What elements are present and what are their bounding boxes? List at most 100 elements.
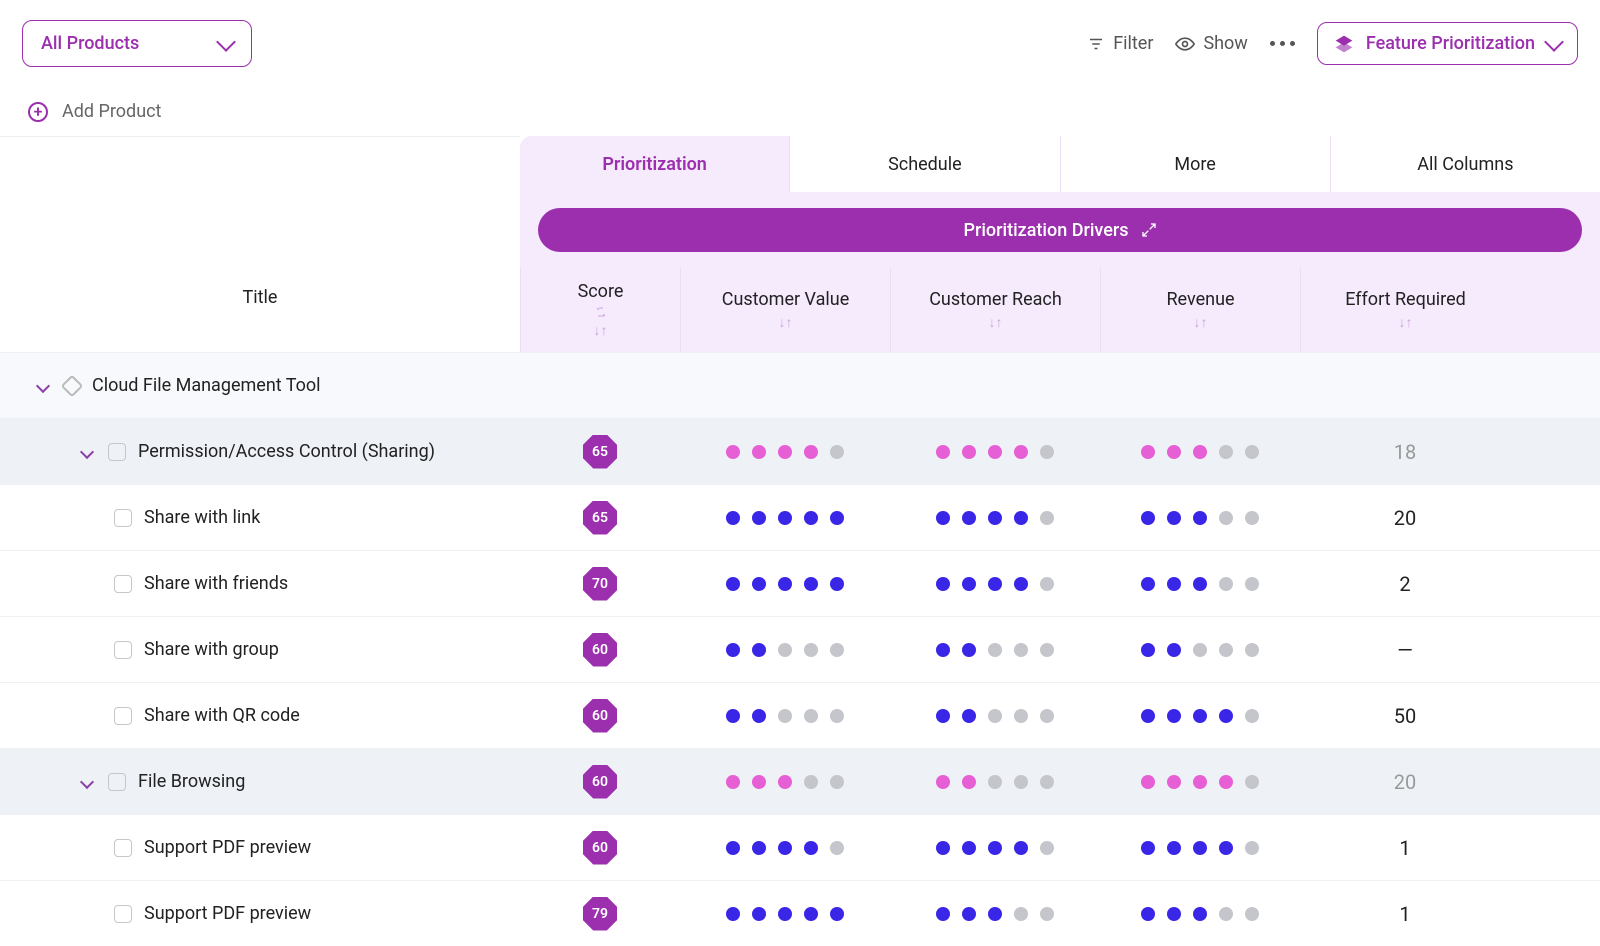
score-cell[interactable]: 60 xyxy=(520,765,680,799)
rating-dot-icon xyxy=(726,445,740,459)
rating-dot-icon xyxy=(988,775,1002,789)
effort-cell[interactable]: 1 xyxy=(1300,902,1510,926)
row-checkbox[interactable] xyxy=(108,773,126,791)
rating-cell-cv[interactable] xyxy=(680,577,890,591)
rating-dot-icon xyxy=(1193,511,1207,525)
rating-dot-icon xyxy=(936,577,950,591)
col-revenue[interactable]: Revenue↓↑ xyxy=(1100,268,1300,352)
score-cell[interactable]: 65 xyxy=(520,501,680,535)
rating-cell-cr[interactable] xyxy=(890,577,1100,591)
rating-cell-rev[interactable] xyxy=(1100,511,1300,525)
chevron-down-icon[interactable] xyxy=(80,774,94,788)
tab-prioritization[interactable]: Prioritization xyxy=(520,136,789,192)
rating-cell-cv[interactable] xyxy=(680,775,890,789)
rating-dot-icon xyxy=(752,841,766,855)
rating-dot-icon xyxy=(804,577,818,591)
rating-dot-icon xyxy=(1193,709,1207,723)
more-menu-button[interactable] xyxy=(1270,41,1295,46)
prioritization-drivers-button[interactable]: Prioritization Drivers xyxy=(538,208,1582,252)
row-checkbox[interactable] xyxy=(114,839,132,857)
rating-dot-icon xyxy=(1141,841,1155,855)
add-product-row[interactable]: + Add Product xyxy=(0,87,1600,136)
row-title: Cloud File Management Tool xyxy=(92,375,321,396)
rating-cell-cr[interactable] xyxy=(890,709,1100,723)
col-effort[interactable]: Effort Required↓↑ xyxy=(1300,268,1510,352)
rating-dot-icon xyxy=(726,841,740,855)
show-label: Show xyxy=(1203,33,1247,54)
chevron-down-icon[interactable] xyxy=(80,444,94,458)
driver-column-headers: Score ↓↑ Customer Value↓↑ Customer Reach… xyxy=(520,268,1600,352)
score-cell[interactable]: 65 xyxy=(520,435,680,469)
row-checkbox[interactable] xyxy=(108,443,126,461)
effort-cell[interactable]: 20 xyxy=(1300,770,1510,794)
score-cell[interactable]: 60 xyxy=(520,831,680,865)
rating-dot-icon xyxy=(1141,577,1155,591)
title-column-header: Title xyxy=(0,136,520,336)
rating-cell-cr[interactable] xyxy=(890,775,1100,789)
eye-icon xyxy=(1175,34,1195,54)
view-switcher[interactable]: Feature Prioritization xyxy=(1317,22,1578,65)
rating-cell-cr[interactable] xyxy=(890,445,1100,459)
row-checkbox[interactable] xyxy=(114,575,132,593)
effort-cell[interactable]: 50 xyxy=(1300,704,1510,728)
rating-dot-icon xyxy=(962,775,976,789)
rating-cell-cv[interactable] xyxy=(680,643,890,657)
rating-dot-icon xyxy=(1193,643,1207,657)
rating-cell-rev[interactable] xyxy=(1100,445,1300,459)
score-cell[interactable]: 60 xyxy=(520,699,680,733)
rating-dot-icon xyxy=(778,445,792,459)
rating-cell-cv[interactable] xyxy=(680,709,890,723)
rating-cell-rev[interactable] xyxy=(1100,709,1300,723)
effort-cell[interactable]: 2 xyxy=(1300,572,1510,596)
col-score[interactable]: Score ↓↑ xyxy=(520,268,680,352)
rating-cell-cv[interactable] xyxy=(680,511,890,525)
rating-dot-icon xyxy=(752,511,766,525)
filter-button[interactable]: Filter xyxy=(1087,33,1153,54)
rating-cell-cv[interactable] xyxy=(680,841,890,855)
chevron-down-icon[interactable] xyxy=(36,378,50,392)
row-title: Support PDF preview xyxy=(144,837,311,858)
tab-schedule[interactable]: Schedule xyxy=(789,136,1059,192)
sort-icon: ↓↑ xyxy=(594,322,608,339)
plus-circle-icon: + xyxy=(28,102,48,122)
tab-more[interactable]: More xyxy=(1060,136,1330,192)
rating-cell-cv[interactable] xyxy=(680,445,890,459)
rating-dot-icon xyxy=(1040,643,1054,657)
row-checkbox[interactable] xyxy=(114,509,132,527)
rating-cell-rev[interactable] xyxy=(1100,841,1300,855)
rating-dot-icon xyxy=(988,445,1002,459)
rating-cell-rev[interactable] xyxy=(1100,643,1300,657)
rating-dot-icon xyxy=(1040,841,1054,855)
rating-cell-cr[interactable] xyxy=(890,643,1100,657)
score-cell[interactable]: 60 xyxy=(520,633,680,667)
effort-cell[interactable]: 18 xyxy=(1300,440,1510,464)
dot-icon xyxy=(1290,41,1295,46)
rating-dot-icon xyxy=(1245,775,1259,789)
row-checkbox[interactable] xyxy=(114,707,132,725)
score-badge: 65 xyxy=(583,501,617,535)
col-customer-value[interactable]: Customer Value↓↑ xyxy=(680,268,890,352)
product-selector[interactable]: All Products xyxy=(22,20,252,67)
rating-dot-icon xyxy=(804,445,818,459)
tab-all-columns[interactable]: All Columns xyxy=(1330,136,1600,192)
score-cell[interactable]: 70 xyxy=(520,567,680,601)
row-checkbox[interactable] xyxy=(114,905,132,923)
col-customer-reach[interactable]: Customer Reach↓↑ xyxy=(890,268,1100,352)
score-cell[interactable]: 79 xyxy=(520,897,680,931)
rating-dot-icon xyxy=(778,643,792,657)
effort-cell[interactable]: 1 xyxy=(1300,836,1510,860)
rating-dot-icon xyxy=(804,775,818,789)
rating-cell-rev[interactable] xyxy=(1100,577,1300,591)
rating-cell-cr[interactable] xyxy=(890,841,1100,855)
rating-dot-icon xyxy=(1219,511,1233,525)
rating-dot-icon xyxy=(962,511,976,525)
rating-cell-cr[interactable] xyxy=(890,511,1100,525)
rating-dot-icon xyxy=(752,709,766,723)
show-button[interactable]: Show xyxy=(1175,33,1247,54)
rating-cell-rev[interactable] xyxy=(1100,775,1300,789)
rating-dot-icon xyxy=(804,709,818,723)
effort-cell[interactable]: — xyxy=(1300,638,1510,662)
row-checkbox[interactable] xyxy=(114,641,132,659)
effort-cell[interactable]: 20 xyxy=(1300,506,1510,530)
rating-dot-icon xyxy=(1219,775,1233,789)
